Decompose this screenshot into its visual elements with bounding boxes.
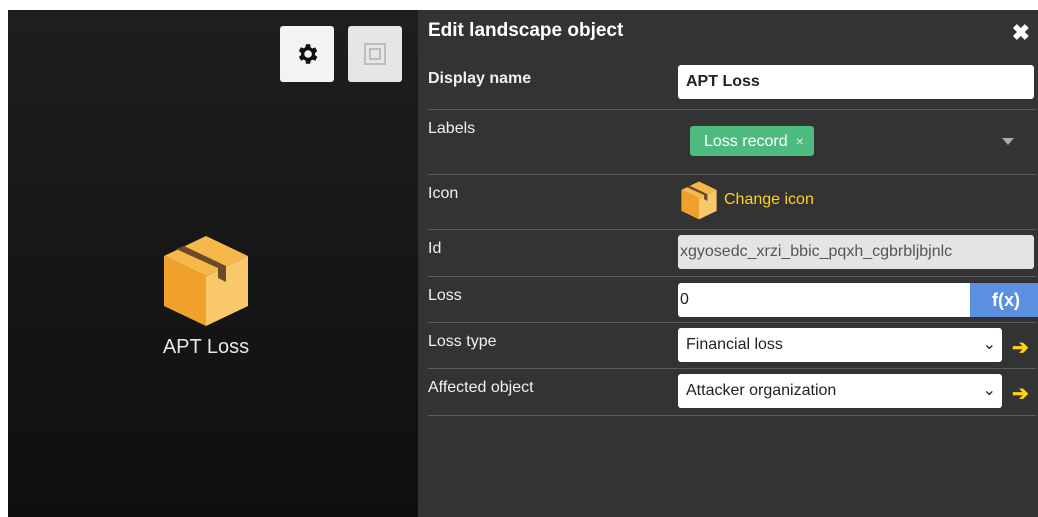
label-tag-remove[interactable]: ×	[796, 133, 804, 149]
icon-label: Icon	[428, 185, 459, 202]
change-icon-text[interactable]: Change icon	[724, 191, 814, 209]
id-input: xgyosedc_xrzi_bbic_pqxh_cgbrbljbjnlc	[678, 235, 1034, 269]
fit-view-button[interactable]	[348, 26, 402, 82]
panel-title: Edit landscape object	[428, 20, 624, 41]
loss-input[interactable]: 0	[678, 283, 970, 317]
edit-panel: Edit landscape object ✖ Display name APT…	[418, 10, 1038, 517]
label-tag[interactable]: Loss record ×	[690, 126, 814, 156]
chevron-down-icon: ⌄	[982, 382, 996, 399]
node-label: APT Loss	[162, 336, 250, 358]
affected-object-value: Attacker organization	[686, 382, 837, 399]
loss-label: Loss	[428, 287, 462, 304]
arrow-right-icon[interactable]: ➔	[1012, 335, 1029, 360]
package-box-icon	[681, 181, 717, 220]
package-box-icon	[164, 236, 248, 326]
change-icon-link[interactable]: Change icon	[678, 179, 814, 221]
display-name-input[interactable]: APT Loss	[678, 65, 1034, 99]
row-id: Id xgyosedc_xrzi_bbic_pqxh_cgbrbljbjnlc	[428, 230, 1036, 277]
row-loss: Loss 0 f(x)	[428, 277, 1038, 323]
labels-label: Labels	[428, 120, 476, 137]
display-name-label: Display name	[428, 70, 532, 87]
loss-type-label: Loss type	[428, 333, 497, 350]
fit-view-icon	[364, 43, 386, 65]
row-loss-type: Loss type Financial loss ⌄ ➔	[428, 323, 1036, 369]
row-display-name: Display name APT Loss	[428, 60, 1036, 110]
labels-dropdown-caret[interactable]	[1002, 138, 1014, 145]
id-label: Id	[428, 240, 442, 257]
row-labels: Labels Loss record ×	[428, 110, 1036, 175]
row-icon: Icon Change icon	[428, 175, 1036, 230]
landscape-node[interactable]: APT Loss	[141, 230, 271, 359]
row-affected-object: Affected object Attacker organization ⌄ …	[428, 369, 1036, 416]
gear-icon	[298, 44, 318, 64]
close-button[interactable]: ✖	[1012, 20, 1030, 46]
loss-type-select[interactable]: Financial loss ⌄	[678, 328, 1002, 362]
panel-header: Edit landscape object ✖	[428, 20, 1030, 50]
chevron-down-icon: ⌄	[982, 336, 996, 353]
arrow-right-icon[interactable]: ➔	[1012, 381, 1029, 406]
affected-object-select[interactable]: Attacker organization ⌄	[678, 374, 1002, 408]
formula-button[interactable]: f(x)	[970, 283, 1038, 317]
affected-object-label: Affected object	[428, 379, 534, 396]
loss-type-value: Financial loss	[686, 336, 783, 353]
diagram-canvas[interactable]: APT Loss	[8, 10, 418, 517]
settings-button[interactable]	[280, 26, 334, 82]
label-tag-text: Loss record	[704, 133, 788, 150]
